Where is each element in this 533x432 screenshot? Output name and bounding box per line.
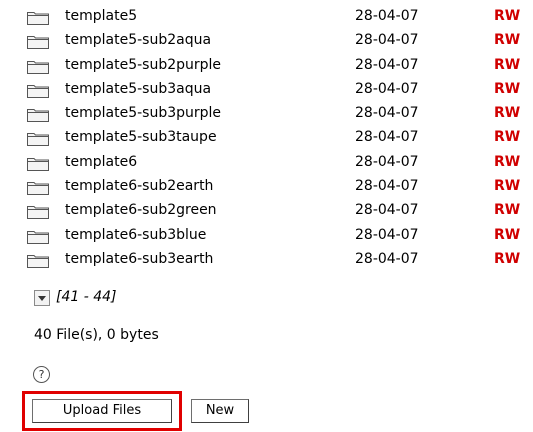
- folder-icon: [27, 133, 49, 147]
- file-date: 28-04-07: [355, 153, 419, 170]
- file-row[interactable]: template5-sub2purple 28-04-07 RW: [0, 55, 533, 79]
- file-row[interactable]: template5-sub3taupe 28-04-07 RW: [0, 127, 533, 151]
- file-permission: RW: [494, 32, 521, 49]
- file-row[interactable]: template6 28-04-07 RW: [0, 152, 533, 176]
- folder-icon: [27, 12, 49, 25]
- file-name[interactable]: template5-sub3taupe: [65, 129, 217, 145]
- file-date: 28-04-07: [355, 178, 419, 195]
- file-permission: RW: [494, 202, 521, 219]
- file-row[interactable]: template6-sub3blue 28-04-07 RW: [0, 225, 533, 249]
- file-permission: RW: [494, 105, 521, 122]
- file-list: template5 28-04-07 RW template5-sub2aqua…: [0, 6, 533, 273]
- file-date: 28-04-07: [355, 226, 419, 243]
- file-date: 28-04-07: [355, 202, 419, 219]
- file-name[interactable]: template5-sub2purple: [65, 57, 221, 73]
- folder-icon: [27, 254, 49, 268]
- file-summary: 40 File(s), 0 bytes: [34, 327, 159, 343]
- file-row[interactable]: template5-sub2aqua 28-04-07 RW: [0, 30, 533, 54]
- file-name[interactable]: template5-sub3purple: [65, 105, 221, 121]
- file-name[interactable]: template5-sub3aqua: [65, 81, 211, 97]
- file-permission: RW: [494, 56, 521, 73]
- file-name[interactable]: template5-sub2aqua: [65, 32, 211, 48]
- file-row[interactable]: template5 28-04-07 RW: [0, 6, 533, 30]
- file-permission: RW: [494, 129, 521, 146]
- folder-icon: [27, 84, 49, 98]
- file-permission: RW: [494, 178, 521, 195]
- file-name[interactable]: template6-sub2green: [65, 202, 217, 218]
- file-name[interactable]: template6-sub2earth: [65, 178, 213, 194]
- folder-icon: [27, 60, 49, 74]
- file-manager: template5 28-04-07 RW template5-sub2aqua…: [0, 0, 533, 432]
- folder-icon: [27, 109, 49, 123]
- help-icon[interactable]: ?: [33, 366, 50, 383]
- folder-icon: [27, 206, 49, 220]
- folder-icon: [27, 157, 49, 171]
- file-row[interactable]: template5-sub3aqua 28-04-07 RW: [0, 79, 533, 103]
- file-row[interactable]: template6-sub2green 28-04-07 RW: [0, 200, 533, 224]
- upload-files-button[interactable]: Upload Files: [32, 399, 172, 423]
- file-date: 28-04-07: [355, 32, 419, 49]
- file-date: 28-04-07: [355, 80, 419, 97]
- chevron-down-icon[interactable]: [34, 290, 50, 306]
- file-permission: RW: [494, 80, 521, 97]
- chevron-down-glyph: [38, 296, 46, 301]
- file-row[interactable]: template6-sub2earth 28-04-07 RW: [0, 176, 533, 200]
- folder-icon: [27, 182, 49, 196]
- file-date: 28-04-07: [355, 129, 419, 146]
- page-range-label[interactable]: [41 - 44]: [56, 289, 117, 305]
- folder-icon: [27, 36, 49, 50]
- file-date: 28-04-07: [355, 250, 419, 267]
- file-row[interactable]: template5-sub3purple 28-04-07 RW: [0, 103, 533, 127]
- folder-icon: [27, 230, 49, 244]
- file-date: 28-04-07: [355, 8, 419, 24]
- file-row[interactable]: template6-sub3earth 28-04-07 RW: [0, 249, 533, 273]
- file-date: 28-04-07: [355, 105, 419, 122]
- file-name[interactable]: template6-sub3earth: [65, 251, 213, 267]
- new-button[interactable]: New: [191, 399, 249, 423]
- file-permission: RW: [494, 8, 521, 24]
- file-name[interactable]: template6: [65, 154, 137, 170]
- file-permission: RW: [494, 250, 521, 267]
- file-date: 28-04-07: [355, 56, 419, 73]
- file-name[interactable]: template6-sub3blue: [65, 227, 206, 243]
- file-name[interactable]: template5: [65, 8, 137, 24]
- file-permission: RW: [494, 153, 521, 170]
- file-permission: RW: [494, 226, 521, 243]
